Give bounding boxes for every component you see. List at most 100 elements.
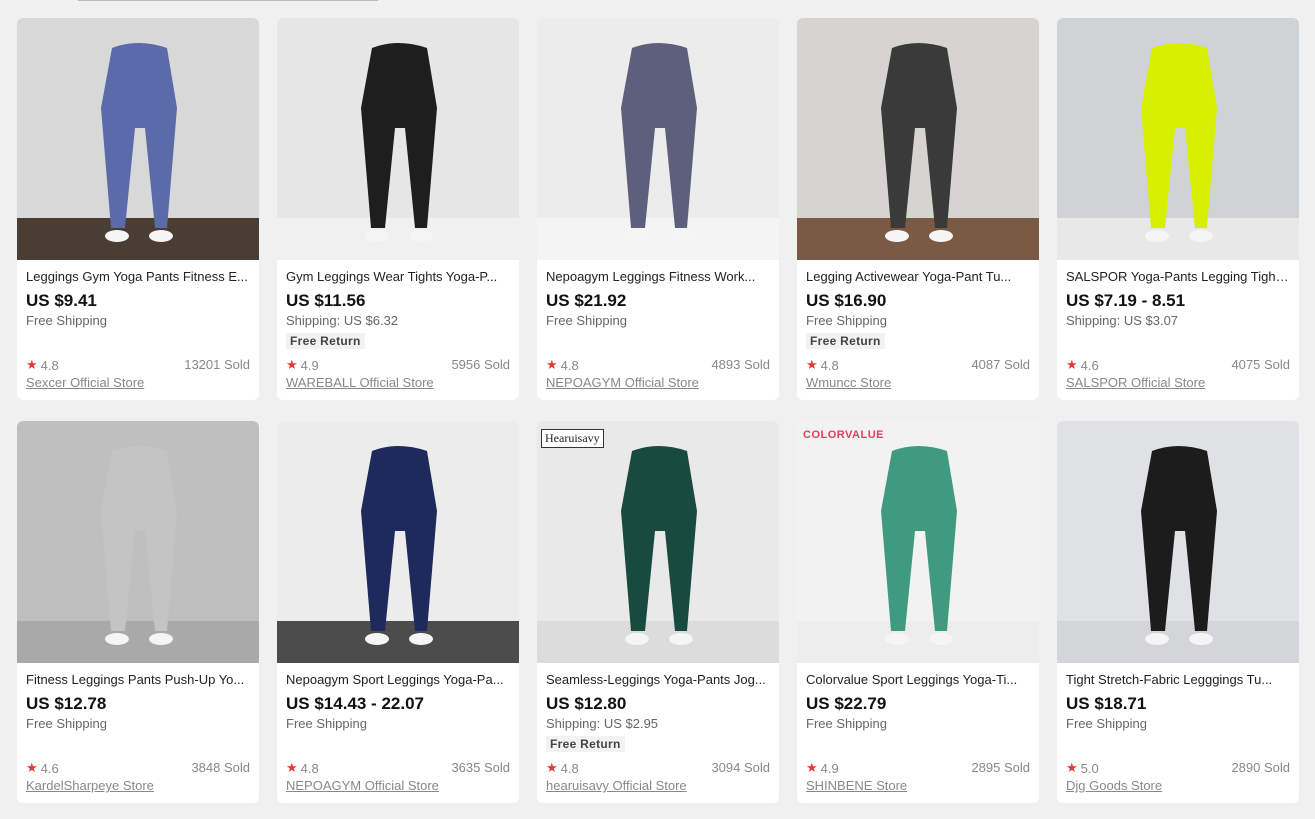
rating-value: 4.8 [820,357,839,373]
store-link[interactable]: WAREBALL Official Store [286,375,434,390]
rating: ★ 4.8 [286,760,319,776]
sold-count: 3635 Sold [451,760,510,775]
product-title[interactable]: Fitness Leggings Pants Push-Up Yo... [26,672,250,688]
brand-watermark: COLORVALUE [803,429,884,441]
product-image[interactable] [537,18,779,260]
product-title[interactable]: Colorvalue Sport Leggings Yoga-Ti... [806,672,1030,688]
product-info: Leggings Gym Yoga Pants Fitness E... US $… [17,260,259,400]
sold-count: 4087 Sold [971,357,1030,372]
rating: ★ 5.0 [1066,760,1099,776]
rating-value: 4.9 [300,357,319,373]
product-price: US $7.19 - 8.51 [1066,291,1186,310]
store-link[interactable]: KardelSharpeye Store [26,778,154,793]
product-title[interactable]: Gym Leggings Wear Tights Yoga-P... [286,269,510,285]
star-icon: ★ [26,760,38,775]
product-card[interactable]: Leggings Gym Yoga Pants Fitness E... US $… [17,18,259,400]
product-card[interactable]: Fitness Leggings Pants Push-Up Yo... US $… [17,421,259,803]
product-info: Colorvalue Sport Leggings Yoga-Ti... US $… [797,663,1039,803]
sold-count: 3848 Sold [191,760,250,775]
product-title[interactable]: Leggings Gym Yoga Pants Fitness E... [26,269,250,285]
product-image[interactable] [797,18,1039,260]
product-card[interactable]: Nepoagym Sport Leggings Yoga-Pa... US $14… [277,421,519,803]
product-title[interactable]: Nepoagym Leggings Fitness Work... [546,269,770,285]
product-meta: ★ 4.9 5956 Sold [286,357,510,373]
product-info: SALSPOR Yoga-Pants Legging Tight... US $7… [1057,260,1299,400]
product-image[interactable] [1057,18,1299,260]
rating: ★ 4.8 [26,357,59,373]
shipping-info: Free Shipping [26,716,107,731]
sold-count: 3094 Sold [711,760,770,775]
product-info: Fitness Leggings Pants Push-Up Yo... US $… [17,663,259,803]
rating: ★ 4.9 [806,760,839,776]
product-meta: ★ 4.9 2895 Sold [806,760,1030,776]
product-image[interactable] [277,421,519,663]
star-icon: ★ [26,357,38,372]
product-image[interactable] [1057,421,1299,663]
rating-value: 4.8 [560,357,579,373]
product-card[interactable]: Hearuisavy Seamless-Leggings Yoga-Pants J… [537,421,779,803]
star-icon: ★ [1066,357,1078,372]
product-grid: Leggings Gym Yoga Pants Fitness E... US $… [17,18,1299,803]
store-link[interactable]: NEPOAGYM Official Store [546,375,699,390]
star-icon: ★ [546,760,558,775]
store-link[interactable]: Wmuncc Store [806,375,891,390]
product-card[interactable]: Legging Activewear Yoga-Pant Tu... US $16… [797,18,1039,400]
store-link[interactable]: hearuisavy Official Store [546,778,687,793]
product-price: US $18.71 [1066,694,1147,713]
rating: ★ 4.8 [546,357,579,373]
rating: ★ 4.8 [546,760,579,776]
product-info: Legging Activewear Yoga-Pant Tu... US $16… [797,260,1039,400]
shipping-info: Shipping: US $3.07 [1066,313,1179,328]
product-title[interactable]: SALSPOR Yoga-Pants Legging Tight... [1066,269,1290,285]
product-card[interactable]: Tight Stretch-Fabric Legggings Tu... US $… [1057,421,1299,803]
shipping-info: Free Shipping [286,716,367,731]
sold-count: 2895 Sold [971,760,1030,775]
product-info: Tight Stretch-Fabric Legggings Tu... US $… [1057,663,1299,803]
rating: ★ 4.8 [806,357,839,373]
free-return-badge: Free Return [806,333,885,349]
product-card[interactable]: Nepoagym Leggings Fitness Work... US $21.… [537,18,779,400]
shipping-info: Free Shipping [26,313,107,328]
product-title[interactable]: Legging Activewear Yoga-Pant Tu... [806,269,1030,285]
shipping-info: Free Shipping [546,313,627,328]
product-price: US $21.92 [546,291,627,310]
sold-count: 4075 Sold [1231,357,1290,372]
rating: ★ 4.6 [1066,357,1099,373]
free-return-badge: Free Return [286,333,365,349]
store-link[interactable]: SHINBENE Store [806,778,907,793]
sold-count: 13201 Sold [184,357,250,372]
rating: ★ 4.9 [286,357,319,373]
product-meta: ★ 4.8 4893 Sold [546,357,770,373]
product-meta: ★ 4.8 3094 Sold [546,760,770,776]
star-icon: ★ [806,760,818,775]
product-image[interactable] [277,18,519,260]
store-link[interactable]: NEPOAGYM Official Store [286,778,439,793]
store-link[interactable]: SALSPOR Official Store [1066,375,1205,390]
store-link[interactable]: Djg Goods Store [1066,778,1162,793]
rating-value: 4.6 [40,760,59,776]
sold-count: 5956 Sold [451,357,510,372]
product-card[interactable]: COLORVALUE Colorvalue Sport Leggings Yoga… [797,421,1039,803]
product-image[interactable] [17,18,259,260]
product-title[interactable]: Nepoagym Sport Leggings Yoga-Pa... [286,672,510,688]
shipping-info: Shipping: US $2.95 [546,716,659,731]
product-price: US $9.41 [26,291,97,310]
product-price: US $12.80 [546,694,627,713]
product-card[interactable]: SALSPOR Yoga-Pants Legging Tight... US $7… [1057,18,1299,400]
product-image[interactable]: COLORVALUE [797,421,1039,663]
product-meta: ★ 4.8 13201 Sold [26,357,250,373]
store-link[interactable]: Sexcer Official Store [26,375,144,390]
product-title[interactable]: Seamless-Leggings Yoga-Pants Jog... [546,672,770,688]
star-icon: ★ [1066,760,1078,775]
product-image[interactable] [17,421,259,663]
star-icon: ★ [546,357,558,372]
star-icon: ★ [286,760,298,775]
product-price: US $11.56 [286,291,366,310]
product-meta: ★ 4.6 4075 Sold [1066,357,1290,373]
product-image[interactable]: Hearuisavy [537,421,779,663]
brand-watermark: Hearuisavy [541,429,604,448]
rating-value: 4.6 [1080,357,1099,373]
rating-value: 4.8 [560,760,579,776]
product-title[interactable]: Tight Stretch-Fabric Legggings Tu... [1066,672,1290,688]
product-card[interactable]: Gym Leggings Wear Tights Yoga-P... US $11… [277,18,519,400]
